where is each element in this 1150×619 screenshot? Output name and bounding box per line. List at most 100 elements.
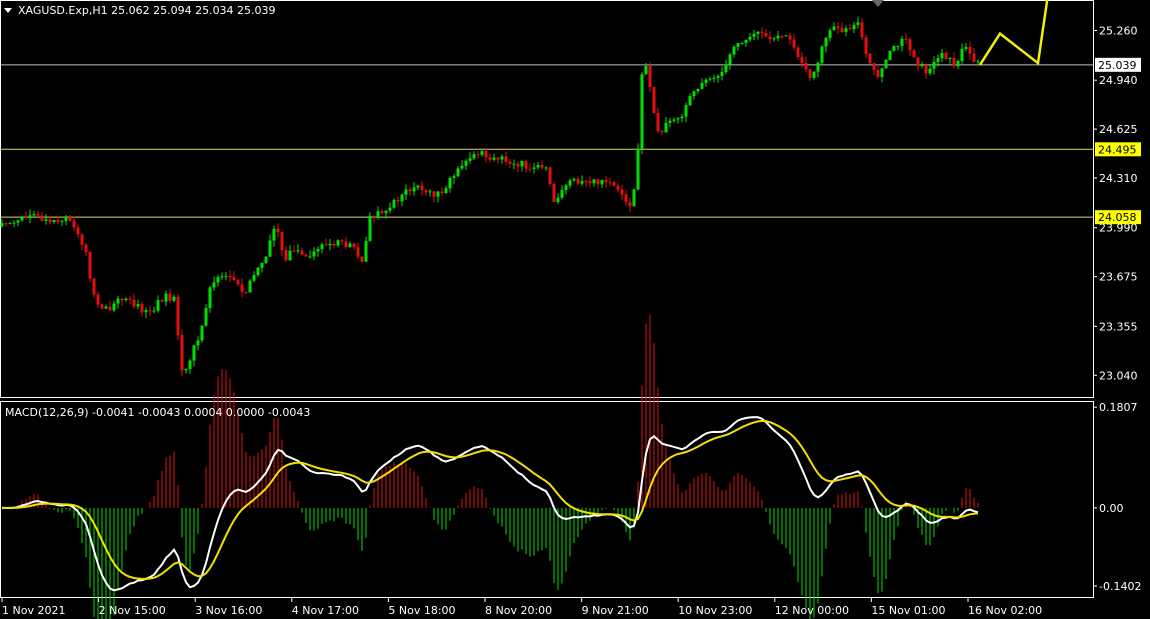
candle-body <box>788 35 792 40</box>
candle-body <box>968 46 972 54</box>
candle-body <box>32 214 36 216</box>
price-tick-label: 23.355 <box>1099 320 1138 333</box>
candle-body <box>412 187 416 192</box>
candle-body <box>60 220 64 222</box>
candle-body <box>444 188 448 194</box>
candle-body <box>512 163 516 165</box>
candle-body <box>588 181 592 184</box>
candle-body <box>848 28 852 30</box>
candle-body <box>428 191 432 193</box>
macd-axis: 0.1807 0.00 -0.1402 <box>1093 401 1141 593</box>
candle-body <box>792 39 796 48</box>
candle-body <box>544 167 548 169</box>
candle-body <box>896 45 900 47</box>
candle-body <box>744 39 748 43</box>
candle-body <box>636 148 640 190</box>
candle-body <box>924 65 928 74</box>
candle-body <box>516 163 520 167</box>
candle-body <box>672 119 676 121</box>
candle-body <box>140 304 144 313</box>
candle-body <box>372 215 376 218</box>
candle-body <box>872 63 876 71</box>
candle-body <box>320 244 324 250</box>
candle-body <box>700 83 704 89</box>
candle-body <box>436 191 440 197</box>
candle-body <box>936 58 940 62</box>
candle-body <box>28 215 32 219</box>
candle-body <box>572 178 576 181</box>
level-tag-label: 25.039 <box>1098 59 1137 72</box>
candle-body <box>732 46 736 55</box>
candle-body <box>316 249 320 252</box>
candle-body <box>124 298 128 301</box>
candle-body <box>600 180 604 185</box>
candle-body <box>764 33 768 37</box>
candle-body <box>640 74 644 149</box>
candle-body <box>36 214 40 216</box>
candle-body <box>632 189 636 207</box>
price-tick-label: 24.310 <box>1099 172 1138 185</box>
time-tick-label: 4 Nov 17:00 <box>292 604 359 617</box>
candle-body <box>660 131 664 133</box>
candle-body <box>116 298 120 304</box>
time-tick-label: 12 Nov 00:00 <box>775 604 849 617</box>
candle-body <box>476 154 480 156</box>
candle-body <box>496 157 500 160</box>
candle-body <box>568 180 572 186</box>
candle-body <box>736 43 740 47</box>
candle-body <box>196 340 200 346</box>
candle-body <box>212 282 216 288</box>
candle-body <box>708 78 712 80</box>
candle-body <box>796 47 800 58</box>
candle-body <box>380 211 384 214</box>
candle-body <box>528 168 532 170</box>
candle-body <box>704 79 708 84</box>
main-panel-frame <box>0 0 1094 398</box>
candle-body <box>944 52 948 59</box>
candle-body <box>808 69 812 78</box>
candle-body <box>784 35 788 37</box>
time-tick-label: 9 Nov 21:00 <box>582 604 649 617</box>
candle-body <box>860 22 864 38</box>
candle-body <box>852 24 856 30</box>
candle-body <box>780 35 784 37</box>
candle-body <box>772 38 776 40</box>
candle-body <box>536 165 540 168</box>
candle-body <box>332 243 336 246</box>
macd-tick-label: 0.1807 <box>1099 401 1138 414</box>
candle-body <box>892 46 896 51</box>
candle-body <box>360 256 364 262</box>
candle-body <box>728 54 732 65</box>
candle-body <box>724 64 728 73</box>
candle-body <box>340 240 344 242</box>
candle-body <box>816 62 820 72</box>
candle-body <box>272 228 276 241</box>
candle-body <box>804 63 808 70</box>
candle-body <box>424 190 428 193</box>
price-tick-label: 24.940 <box>1099 74 1138 87</box>
price-tick-label: 23.675 <box>1099 271 1138 284</box>
price-tick-label: 23.040 <box>1099 369 1138 382</box>
candle-body <box>224 276 228 278</box>
candle-body <box>480 151 484 155</box>
candle-body <box>100 304 104 309</box>
candle-body <box>464 160 468 166</box>
candle-body <box>952 57 956 67</box>
candle-body <box>972 53 976 62</box>
candle-body <box>556 197 560 202</box>
candle-body <box>356 247 360 257</box>
candle-body <box>768 36 772 40</box>
candle-body <box>904 38 908 40</box>
candle-body <box>24 216 28 219</box>
candle-body <box>44 219 48 221</box>
candle-body <box>344 241 348 248</box>
candle-body <box>712 77 716 79</box>
candle-body <box>644 65 648 75</box>
candle-body <box>920 65 924 67</box>
candle-body <box>648 65 652 87</box>
candle-body <box>152 310 156 312</box>
candle-body <box>612 182 616 186</box>
candle-body <box>200 325 204 341</box>
candle-body <box>308 256 312 258</box>
candle-body <box>348 243 352 248</box>
